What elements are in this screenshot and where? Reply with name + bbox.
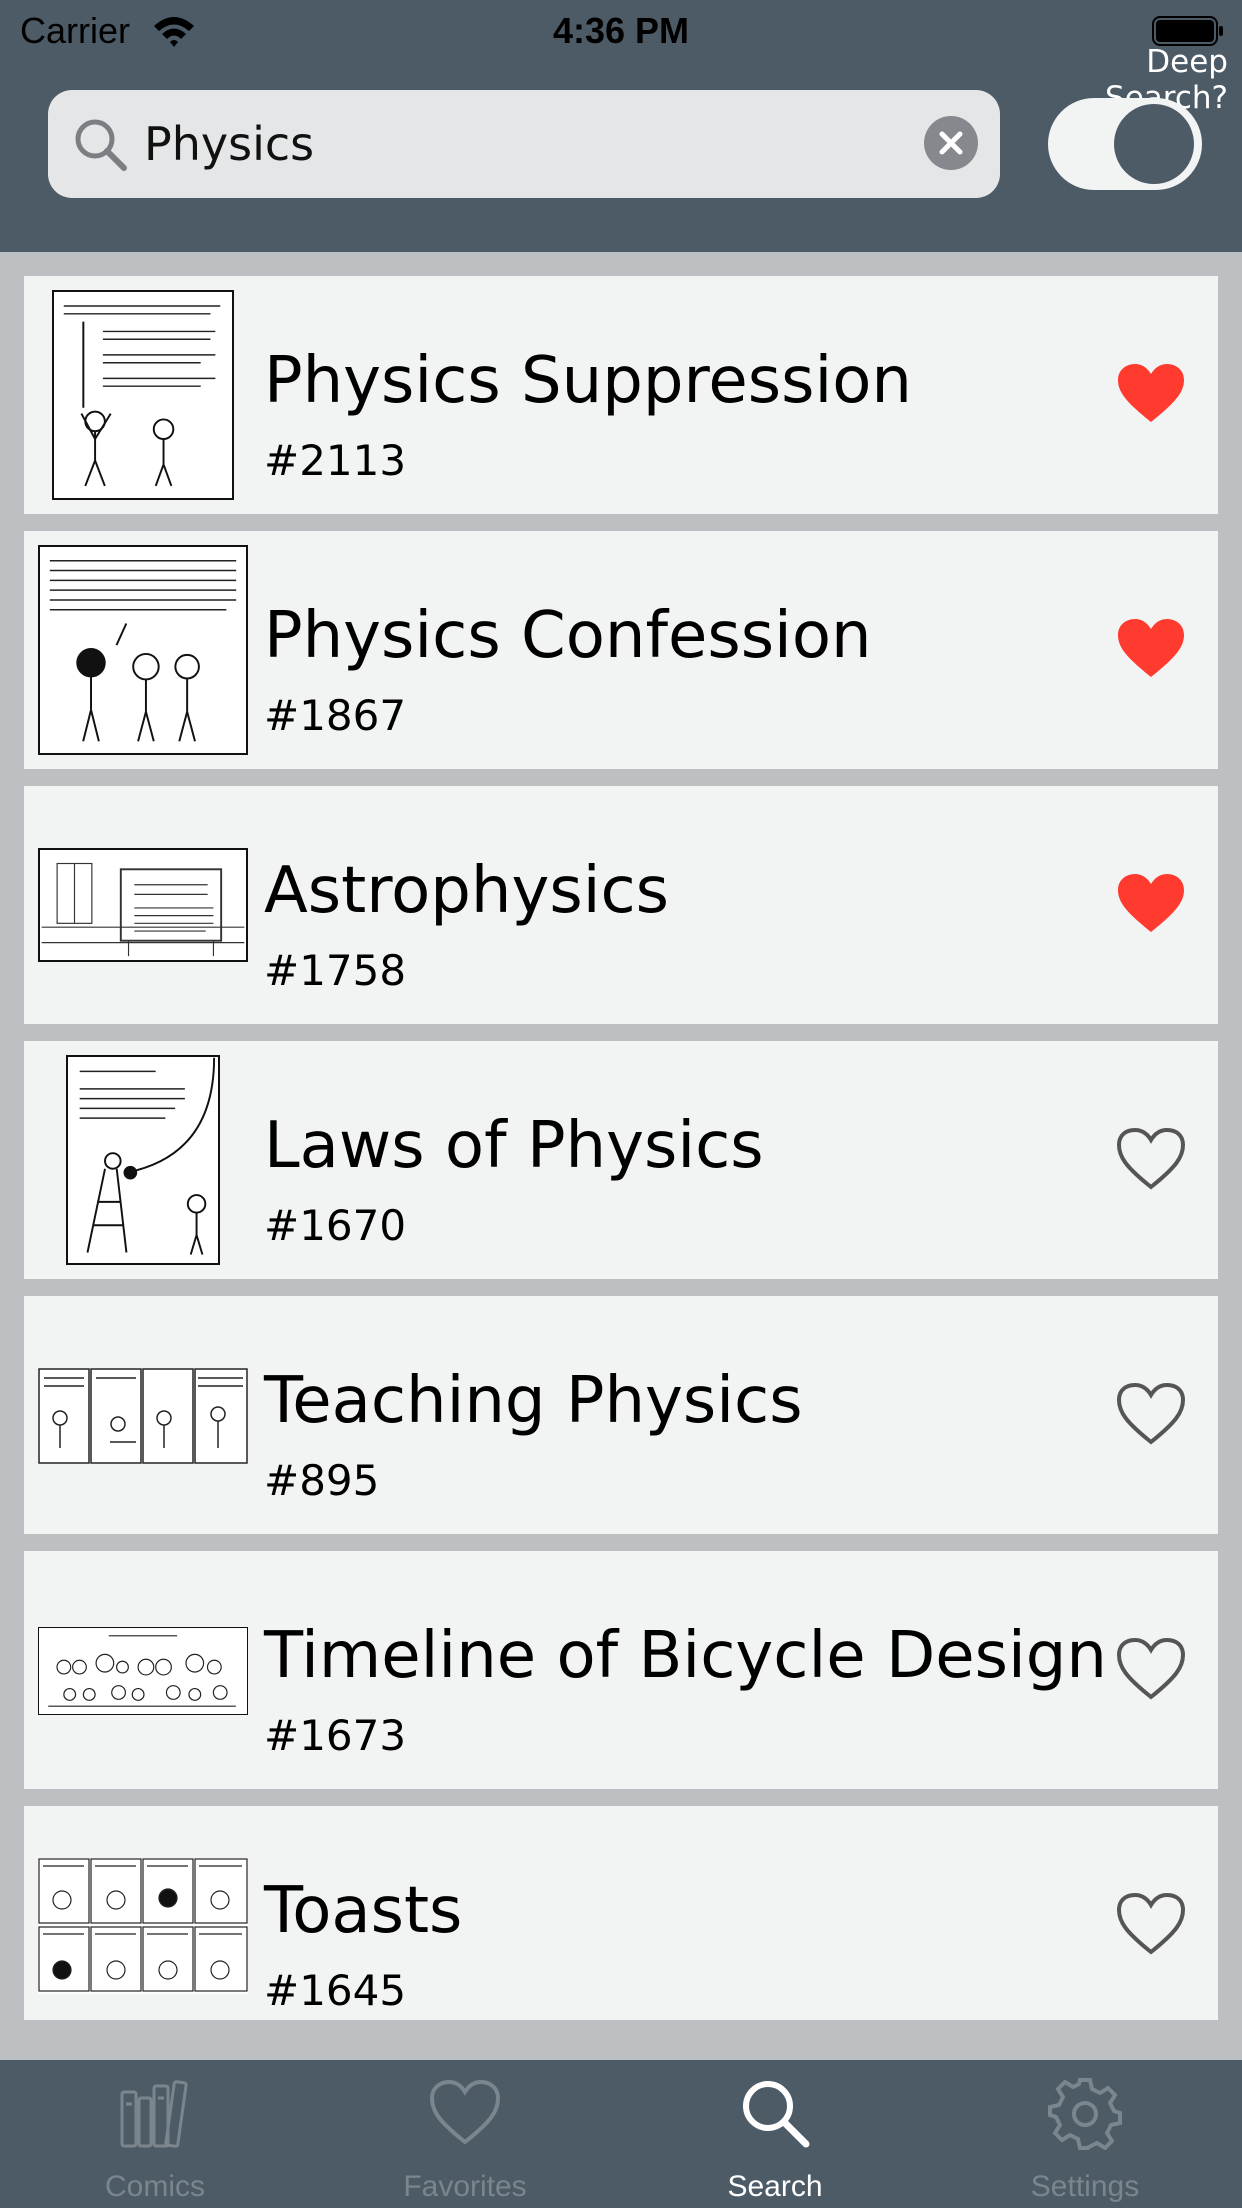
comic-title: Toasts xyxy=(264,1874,463,1948)
list-item[interactable]: Physics Confession #1867 xyxy=(24,531,1218,769)
comic-thumbnail xyxy=(38,545,248,755)
tab-bar: Comics Favorites Search Settings xyxy=(0,2060,1242,2208)
search-bar[interactable] xyxy=(48,90,1000,198)
header: Carrier 4:36 PM Deep Search? xyxy=(0,0,1242,252)
comic-thumbnail xyxy=(66,1055,220,1265)
battery-icon xyxy=(1152,16,1223,46)
comic-title: Astrophysics xyxy=(264,854,669,928)
comic-number: #1867 xyxy=(264,691,407,740)
favorite-heart-icon[interactable] xyxy=(1116,362,1186,426)
list-item[interactable]: Timeline of Bicycle Design #1673 xyxy=(24,1551,1218,1789)
comic-thumbnail xyxy=(38,1368,248,1464)
comic-title: Physics Suppression xyxy=(264,344,912,418)
books-icon xyxy=(120,2080,188,2148)
tab-favorites[interactable]: Favorites xyxy=(310,2060,620,2208)
comic-thumbnail xyxy=(38,1627,248,1715)
list-item[interactable]: Physics Suppression #2113 xyxy=(24,276,1218,514)
comic-thumbnail xyxy=(38,1858,248,1994)
comic-number: #1645 xyxy=(264,1966,407,2015)
comic-title: Physics Confession xyxy=(264,599,872,673)
favorite-heart-outline-icon[interactable] xyxy=(1116,1892,1186,1956)
gear-icon xyxy=(1048,2078,1122,2150)
favorite-heart-outline-icon[interactable] xyxy=(1116,1127,1186,1191)
comic-number: #2113 xyxy=(264,436,407,485)
favorite-heart-icon[interactable] xyxy=(1116,872,1186,936)
search-icon xyxy=(743,2081,810,2148)
comic-title: Timeline of Bicycle Design xyxy=(264,1619,1107,1693)
comic-number: #1758 xyxy=(264,946,407,995)
search-input[interactable] xyxy=(144,108,924,180)
deep-search-toggle[interactable] xyxy=(1048,98,1202,190)
heart-icon xyxy=(429,2079,501,2145)
list-item[interactable]: Laws of Physics #1670 xyxy=(24,1041,1218,1279)
comic-title: Laws of Physics xyxy=(264,1109,764,1183)
list-item[interactable]: Teaching Physics #895 xyxy=(24,1296,1218,1534)
close-icon xyxy=(939,131,963,155)
tab-label: Comics xyxy=(104,2170,205,2203)
comic-number: #1670 xyxy=(264,1201,407,1250)
clear-search-button[interactable] xyxy=(924,116,978,170)
favorite-heart-icon[interactable] xyxy=(1116,617,1186,681)
comic-number: #895 xyxy=(264,1456,380,1505)
comic-number: #1673 xyxy=(264,1711,407,1760)
comic-thumbnail xyxy=(38,848,248,962)
tab-label: Search xyxy=(727,2170,823,2203)
toggle-knob xyxy=(1114,104,1194,184)
tab-search[interactable]: Search xyxy=(620,2060,930,2208)
comic-title: Teaching Physics xyxy=(264,1364,803,1438)
list-item[interactable]: Astrophysics #1758 xyxy=(24,786,1218,1024)
favorite-heart-outline-icon[interactable] xyxy=(1116,1382,1186,1446)
comic-thumbnail xyxy=(52,290,234,500)
list-item[interactable]: Toasts #1645 xyxy=(24,1806,1218,2020)
tab-settings[interactable]: Settings xyxy=(930,2060,1240,2208)
tab-label: Favorites xyxy=(403,2170,527,2203)
tab-label: Settings xyxy=(1030,2170,1140,2203)
search-icon xyxy=(75,119,127,171)
results-list[interactable]: Physics Suppression #2113 Physics Confes… xyxy=(0,252,1242,2060)
favorite-heart-outline-icon[interactable] xyxy=(1116,1637,1186,1701)
tab-comics[interactable]: Comics xyxy=(0,2060,310,2208)
